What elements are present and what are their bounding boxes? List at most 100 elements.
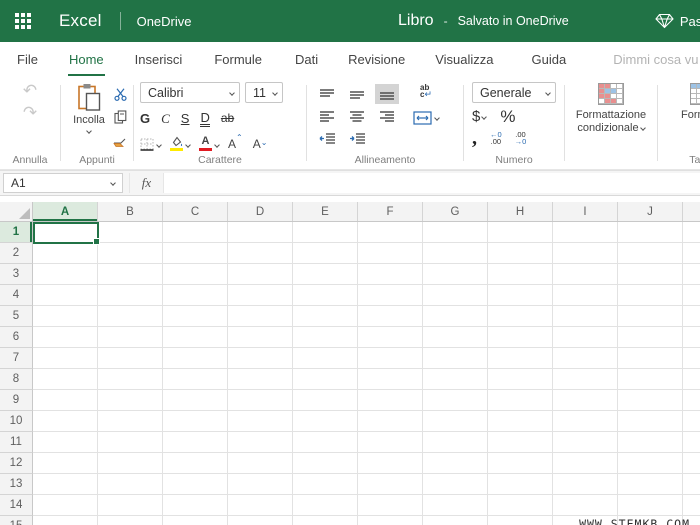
align-middle-button[interactable] — [345, 84, 369, 104]
cell-I5[interactable] — [553, 306, 618, 327]
formula-input[interactable] — [163, 173, 700, 193]
cell-D11[interactable] — [228, 432, 293, 453]
undo-icon[interactable]: ↶ — [23, 81, 37, 103]
decrease-indent-button[interactable] — [315, 128, 339, 148]
cell-C6[interactable] — [163, 327, 228, 348]
cell-F2[interactable] — [358, 243, 423, 264]
cell-J14[interactable] — [618, 495, 683, 516]
percent-button[interactable]: % — [500, 107, 515, 127]
save-status[interactable]: Salvato in OneDrive — [458, 14, 569, 28]
cell-F14[interactable] — [358, 495, 423, 516]
cell-F12[interactable] — [358, 453, 423, 474]
cell-B1[interactable] — [98, 222, 163, 243]
cell-D2[interactable] — [228, 243, 293, 264]
cell-G12[interactable] — [423, 453, 488, 474]
cell-B9[interactable] — [98, 390, 163, 411]
cut-button[interactable] — [111, 86, 129, 102]
decrease-decimals-button[interactable]: .00→0 — [515, 131, 527, 145]
tab-inserisci[interactable]: Inserisci — [134, 50, 184, 69]
cell-J7[interactable] — [618, 348, 683, 369]
cell-C2[interactable] — [163, 243, 228, 264]
cell-B8[interactable] — [98, 369, 163, 390]
cell-H14[interactable] — [488, 495, 553, 516]
document-title[interactable]: Libro — [398, 12, 434, 30]
cell-J11[interactable] — [618, 432, 683, 453]
cell-E3[interactable] — [293, 264, 358, 285]
row-header-1[interactable]: 1 — [0, 222, 33, 243]
double-underline-button[interactable]: D — [200, 111, 209, 127]
cell-A7[interactable] — [33, 348, 98, 369]
cell-C7[interactable] — [163, 348, 228, 369]
cell-E9[interactable] — [293, 390, 358, 411]
cell-A12[interactable] — [33, 453, 98, 474]
row-header-14[interactable]: 14 — [0, 495, 33, 516]
cell-A6[interactable] — [33, 327, 98, 348]
cell-H15[interactable] — [488, 516, 553, 525]
cell-F8[interactable] — [358, 369, 423, 390]
cell-D8[interactable] — [228, 369, 293, 390]
column-header-A[interactable]: A — [33, 202, 98, 221]
cell-G14[interactable] — [423, 495, 488, 516]
cell-G2[interactable] — [423, 243, 488, 264]
tell-me-search[interactable]: Dimmi cosa vu — [613, 52, 698, 67]
cell-D5[interactable] — [228, 306, 293, 327]
cell-C1[interactable] — [163, 222, 228, 243]
app-name[interactable]: Excel — [59, 11, 102, 31]
row-header-15[interactable]: 15 — [0, 516, 33, 525]
cell-C3[interactable] — [163, 264, 228, 285]
column-header-G[interactable]: G — [423, 202, 488, 221]
cell-G7[interactable] — [423, 348, 488, 369]
cell-H4[interactable] — [488, 285, 553, 306]
cell-G13[interactable] — [423, 474, 488, 495]
cell-D14[interactable] — [228, 495, 293, 516]
cell-D10[interactable] — [228, 411, 293, 432]
cell-A4[interactable] — [33, 285, 98, 306]
conditional-formatting-button[interactable]: Formattazione condizionale — [576, 81, 646, 169]
cell-I1[interactable] — [553, 222, 618, 243]
cell-G3[interactable] — [423, 264, 488, 285]
font-size-combo[interactable]: 11 — [245, 82, 283, 103]
cell-I11[interactable] — [553, 432, 618, 453]
cell-A5[interactable] — [33, 306, 98, 327]
column-header-J[interactable]: J — [618, 202, 683, 221]
tab-file[interactable]: File — [16, 50, 39, 69]
cell-H12[interactable] — [488, 453, 553, 474]
cell-B11[interactable] — [98, 432, 163, 453]
cell-E15[interactable] — [293, 516, 358, 525]
row-header-8[interactable]: 8 — [0, 369, 33, 390]
cell-F6[interactable] — [358, 327, 423, 348]
cell-I2[interactable] — [553, 243, 618, 264]
cell-I12[interactable] — [553, 453, 618, 474]
column-header-B[interactable]: B — [98, 202, 163, 221]
column-header-I[interactable]: I — [553, 202, 618, 221]
cell-J5[interactable] — [618, 306, 683, 327]
cell-E14[interactable] — [293, 495, 358, 516]
decrease-font-size-button[interactable]: A⌄ — [253, 136, 268, 151]
cell-H3[interactable] — [488, 264, 553, 285]
cell-J8[interactable] — [618, 369, 683, 390]
cell-B6[interactable] — [98, 327, 163, 348]
cell-A14[interactable] — [33, 495, 98, 516]
cell-D1[interactable] — [228, 222, 293, 243]
app-launcher-icon[interactable] — [15, 13, 31, 29]
row-header-2[interactable]: 2 — [0, 243, 33, 264]
row-header-12[interactable]: 12 — [0, 453, 33, 474]
cell-F3[interactable] — [358, 264, 423, 285]
align-center-button[interactable] — [345, 106, 369, 126]
cell-F10[interactable] — [358, 411, 423, 432]
cell-A15[interactable] — [33, 516, 98, 525]
cell-H6[interactable] — [488, 327, 553, 348]
cell-I8[interactable] — [553, 369, 618, 390]
row-header-4[interactable]: 4 — [0, 285, 33, 306]
tab-home[interactable]: Home — [68, 50, 105, 69]
row-header-5[interactable]: 5 — [0, 306, 33, 327]
cell-E1[interactable] — [293, 222, 358, 243]
cell-J10[interactable] — [618, 411, 683, 432]
align-top-button[interactable] — [315, 84, 339, 104]
cell-J1[interactable] — [618, 222, 683, 243]
cell-C13[interactable] — [163, 474, 228, 495]
cell-D15[interactable] — [228, 516, 293, 525]
cell-A1[interactable] — [33, 222, 98, 243]
cell-G9[interactable] — [423, 390, 488, 411]
row-header-6[interactable]: 6 — [0, 327, 33, 348]
